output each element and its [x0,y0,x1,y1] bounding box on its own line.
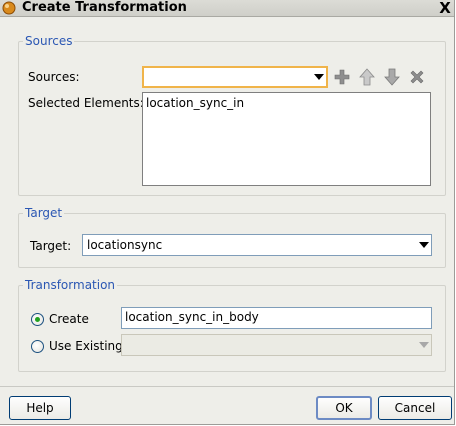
button-bar-separator [0,386,454,387]
use-existing-radio-label[interactable]: Use Existing [49,339,123,353]
close-button[interactable]: X [436,0,454,16]
sources-legend: Sources [25,34,73,48]
create-radio-label[interactable]: Create [49,312,89,326]
move-up-icon[interactable] [357,67,377,87]
target-label: Target: [30,239,72,253]
chevron-down-icon [419,342,429,348]
target-legend: Target [25,206,63,220]
help-button[interactable]: Help [9,396,71,420]
create-name-value: location_sync_in_body [125,310,259,324]
target-value: locationsync [87,238,163,252]
create-radio[interactable] [31,313,44,326]
title-bar: Create Transformation X [0,0,454,17]
selected-elements-list[interactable]: location_sync_in [142,92,431,186]
selected-elements-label: Selected Elements: [28,96,144,110]
target-dropdown[interactable]: locationsync [82,234,432,256]
move-down-icon[interactable] [382,67,402,87]
sources-label: Sources: [28,70,80,84]
cancel-button[interactable]: Cancel [378,396,452,420]
create-transformation-dialog: Create Transformation X Sources Sources:… [0,0,455,425]
use-existing-dropdown[interactable] [121,334,432,356]
list-item[interactable]: location_sync_in [146,96,244,110]
transformation-legend: Transformation [25,278,116,292]
chevron-down-icon [314,74,324,80]
dialog-title: Create Transformation [22,0,187,15]
use-existing-radio[interactable] [31,340,44,353]
add-icon[interactable] [332,67,352,87]
chevron-down-icon [419,242,429,248]
ok-button[interactable]: OK [316,396,372,420]
create-name-field[interactable]: location_sync_in_body [121,307,432,329]
remove-icon[interactable] [407,67,427,87]
app-icon [2,1,16,15]
radio-selected-dot [35,317,40,322]
sources-dropdown[interactable] [142,66,328,88]
